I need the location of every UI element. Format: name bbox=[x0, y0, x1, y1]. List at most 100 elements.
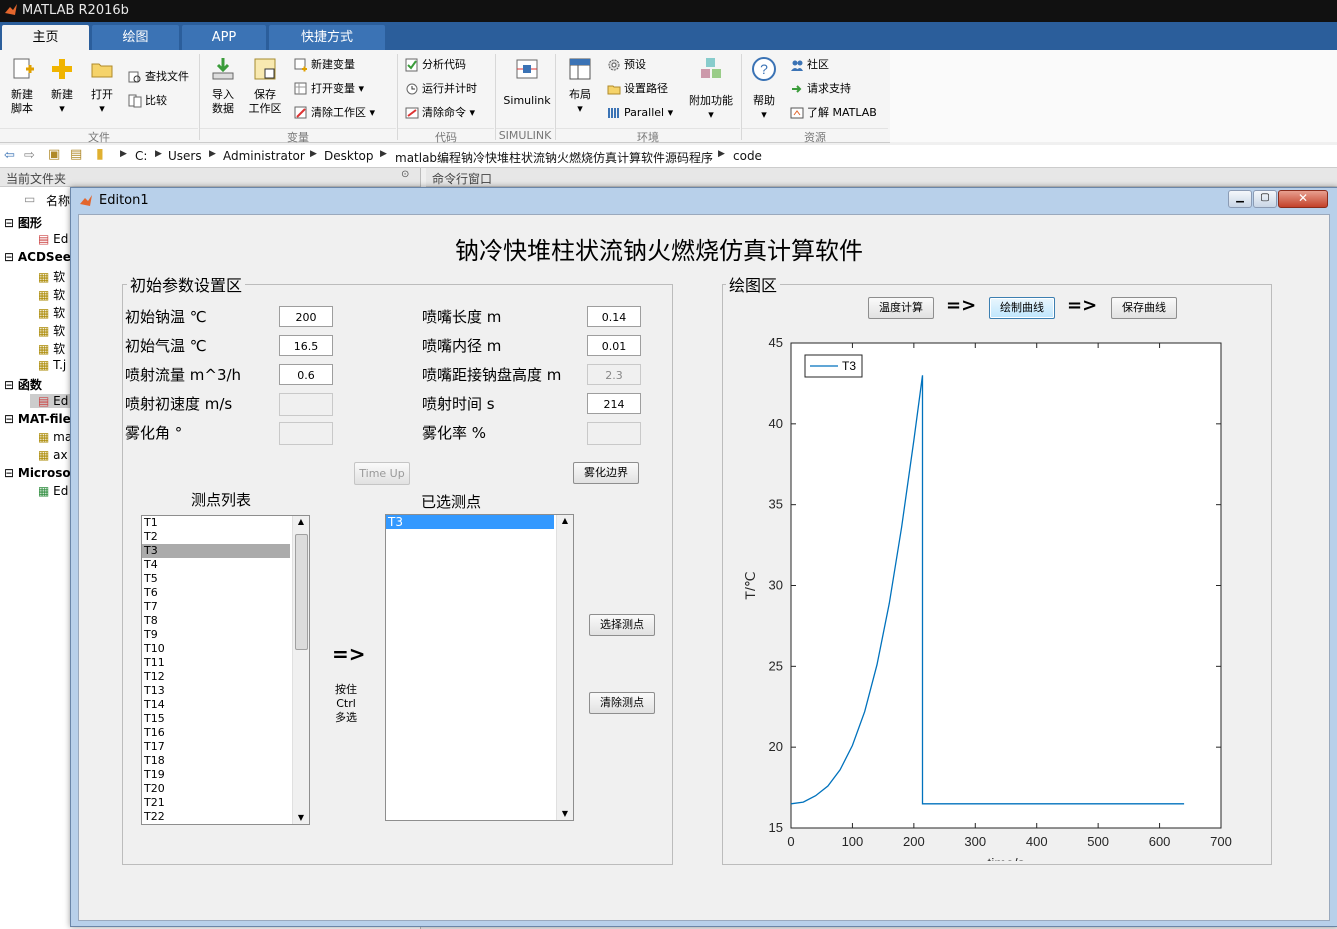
scroll-down-icon[interactable]: ▼ bbox=[557, 808, 573, 820]
point-list-item[interactable]: T8 bbox=[142, 614, 290, 628]
selected-list-scrollbar[interactable]: ▲ ▼ bbox=[556, 515, 573, 820]
tab-apps[interactable]: APP bbox=[182, 25, 266, 50]
open-variable-button[interactable]: 打开变量 ▾ bbox=[294, 82, 364, 96]
atomize-boundary-button[interactable]: 雾化边界 bbox=[573, 462, 639, 484]
point-list-item[interactable]: T7 bbox=[142, 600, 290, 614]
tree-group[interactable]: ⊟ MAT-file bbox=[4, 412, 71, 426]
maximize-button[interactable]: ▢ bbox=[1253, 190, 1277, 208]
save-workspace-button[interactable]: 保存 工作区 bbox=[245, 56, 285, 116]
injection-time-input[interactable]: 214 bbox=[587, 393, 641, 414]
tree-item[interactable]: ▦ ax bbox=[38, 448, 68, 462]
select-points-button[interactable]: 选择测点 bbox=[589, 614, 655, 636]
tree-item[interactable]: ▦ 软 bbox=[38, 268, 65, 285]
point-list-item[interactable]: T18 bbox=[142, 754, 290, 768]
scroll-up-icon[interactable]: ▲ bbox=[293, 516, 309, 528]
up-folder-icon[interactable]: ▣ bbox=[48, 147, 60, 162]
preferences-button[interactable]: 预设 bbox=[607, 58, 646, 72]
breadcrumb-desktop[interactable]: Desktop bbox=[324, 149, 374, 163]
nozzle-length-input[interactable]: 0.14 bbox=[587, 306, 641, 327]
tree-item[interactable]: ▦ Ed bbox=[38, 484, 68, 498]
selected-point-item[interactable]: T3 bbox=[386, 515, 554, 529]
clear-workspace-button[interactable]: 清除工作区 ▾ bbox=[294, 106, 375, 120]
point-list-item[interactable]: T10 bbox=[142, 642, 290, 656]
point-list-item[interactable]: T3 bbox=[142, 544, 290, 558]
addons-button[interactable]: 附加功能 ▾ bbox=[686, 56, 736, 122]
point-list-item[interactable]: T6 bbox=[142, 586, 290, 600]
temperature-chart[interactable]: 0 100 200 300 400 500 600 700 15 20 25 30 35 40 45 time… bbox=[739, 311, 1259, 861]
compare-button[interactable]: 比较 bbox=[128, 94, 167, 108]
breadcrumb-users[interactable]: Users bbox=[168, 149, 202, 163]
point-list-item[interactable]: T9 bbox=[142, 628, 290, 642]
point-list-item[interactable]: T20 bbox=[142, 782, 290, 796]
help-button[interactable]: ? 帮助 ▾ bbox=[748, 56, 780, 122]
minimize-button[interactable]: ▁ bbox=[1228, 190, 1252, 208]
new-script-button[interactable]: 新建 脚本 bbox=[4, 56, 40, 116]
tab-home[interactable]: 主页 bbox=[2, 25, 89, 50]
breadcrumb-project-folder[interactable]: matlab编程钠冷快堆柱状流钠火燃烧仿真计算软件源码程序 bbox=[395, 149, 713, 166]
simulink-button[interactable]: Simulink bbox=[500, 56, 554, 108]
tab-shortcuts[interactable]: 快捷方式 bbox=[269, 25, 385, 50]
point-list-item[interactable]: T22 bbox=[142, 810, 290, 824]
plot-area[interactable] bbox=[790, 342, 1222, 829]
parallel-button[interactable]: Parallel ▾ bbox=[607, 106, 673, 120]
clear-points-button[interactable]: 清除测点 bbox=[589, 692, 655, 714]
point-list-item[interactable]: T21 bbox=[142, 796, 290, 810]
tree-item[interactable]: ▦ 软 bbox=[38, 304, 65, 321]
tree-item[interactable]: ▦ 软 bbox=[38, 286, 65, 303]
point-list-box[interactable]: T1 T2 T3 T4 T5 T6 T7 T8 T9 T10 T11 T12 T13 T14 T15 T16 T… bbox=[141, 515, 310, 825]
request-support-button[interactable]: 请求支持 bbox=[790, 82, 851, 96]
import-data-button[interactable]: 导入 数据 bbox=[205, 56, 241, 116]
tree-group[interactable]: ⊟ 图形 bbox=[4, 214, 42, 231]
analyze-code-button[interactable]: 分析代码 bbox=[405, 58, 466, 72]
point-list-item[interactable]: T5 bbox=[142, 572, 290, 586]
scrollbar-thumb[interactable] bbox=[295, 534, 308, 650]
breadcrumb-code[interactable]: code bbox=[733, 149, 762, 163]
point-list-item[interactable]: T2 bbox=[142, 530, 290, 544]
tree-item[interactable]: ▦ 软 bbox=[38, 340, 65, 357]
scroll-down-icon[interactable]: ▼ bbox=[293, 812, 309, 824]
point-list-item[interactable]: T17 bbox=[142, 740, 290, 754]
learn-matlab-button[interactable]: 了解 MATLAB bbox=[790, 106, 877, 120]
point-list-item[interactable]: T19 bbox=[142, 768, 290, 782]
tree-item[interactable]: ▦ T.j bbox=[38, 358, 66, 372]
layout-button[interactable]: 布局 ▾ bbox=[562, 56, 598, 116]
breadcrumb-administrator[interactable]: Administrator bbox=[223, 149, 305, 163]
nozzle-diameter-input[interactable]: 0.01 bbox=[587, 335, 641, 356]
name-column-header[interactable]: 名称 bbox=[46, 192, 70, 209]
back-icon[interactable]: ⇦ bbox=[4, 148, 15, 163]
clear-commands-button[interactable]: 清除命令 ▾ bbox=[405, 106, 475, 120]
injection-flow-input[interactable]: 0.6 bbox=[279, 364, 333, 385]
point-list-item[interactable]: T14 bbox=[142, 698, 290, 712]
point-list-item[interactable]: T16 bbox=[142, 726, 290, 740]
selected-points-list[interactable]: T3 ▲ ▼ bbox=[385, 514, 574, 821]
open-button[interactable]: 打开 ▾ bbox=[84, 56, 120, 116]
point-list-item[interactable]: T15 bbox=[142, 712, 290, 726]
tree-group[interactable]: ⊟ 函数 bbox=[4, 376, 42, 393]
forward-icon[interactable]: ⇨ bbox=[24, 148, 35, 163]
address-bar[interactable]: ⇦ ⇨ ▣ ▤ ▮ ▶ C: ▶ Users ▶ Administrator ▶… bbox=[0, 145, 1337, 168]
panel-menu-icon[interactable]: ⊙ bbox=[401, 169, 409, 180]
point-list-item[interactable]: T13 bbox=[142, 684, 290, 698]
point-list-scrollbar[interactable]: ▲ ▼ bbox=[292, 516, 309, 824]
tab-plots[interactable]: 绘图 bbox=[92, 25, 179, 50]
close-button[interactable]: ✕ bbox=[1278, 190, 1328, 208]
initial-gas-temp-input[interactable]: 16.5 bbox=[279, 335, 333, 356]
scroll-up-icon[interactable]: ▲ bbox=[557, 515, 573, 527]
tree-item[interactable]: ▦ ma bbox=[38, 430, 72, 444]
run-and-time-button[interactable]: 运行并计时 bbox=[405, 82, 477, 96]
tree-item[interactable]: ▦ 软 bbox=[38, 322, 65, 339]
breadcrumb-c[interactable]: C: bbox=[135, 149, 147, 163]
tree-item[interactable]: ▤ Ed bbox=[38, 232, 68, 246]
point-list-item[interactable]: T4 bbox=[142, 558, 290, 572]
tree-group[interactable]: ⊟ ACDSee bbox=[4, 250, 71, 264]
find-files-button[interactable]: 查找文件 bbox=[128, 70, 189, 84]
tree-group[interactable]: ⊟ Microsof bbox=[4, 466, 76, 480]
point-list-item[interactable]: T11 bbox=[142, 656, 290, 670]
new-variable-button[interactable]: 新建变量 bbox=[294, 58, 355, 72]
point-list-item[interactable]: T1 bbox=[142, 516, 290, 530]
set-path-button[interactable]: 设置路径 bbox=[607, 82, 668, 96]
initial-sodium-temp-input[interactable]: 200 bbox=[279, 306, 333, 327]
point-list-item[interactable]: T12 bbox=[142, 670, 290, 684]
community-button[interactable]: 社区 bbox=[790, 58, 829, 72]
new-button[interactable]: 新建 ▾ bbox=[44, 56, 80, 116]
